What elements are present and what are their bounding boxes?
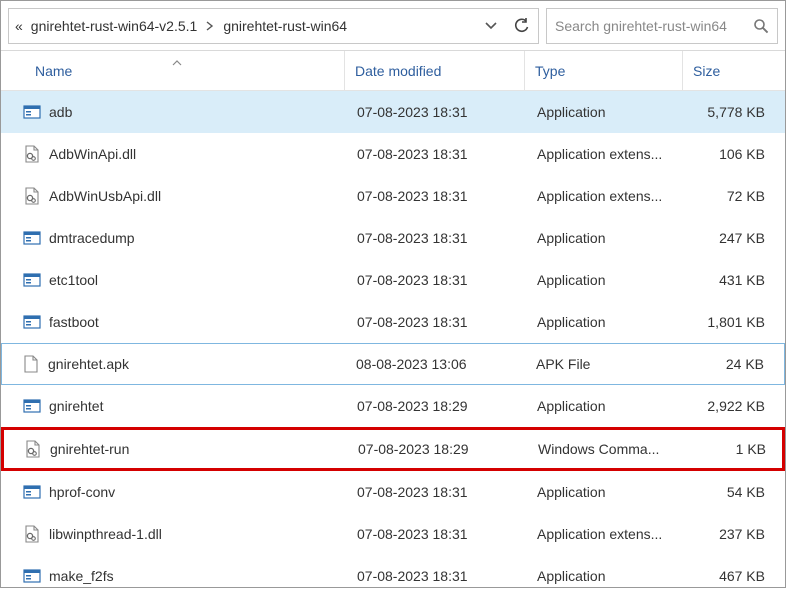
file-name: etc1tool — [49, 272, 98, 288]
file-date: 07-08-2023 18:29 — [358, 441, 469, 457]
chevron-right-icon[interactable] — [205, 18, 215, 34]
file-date: 07-08-2023 18:31 — [357, 526, 468, 542]
file-icon — [23, 313, 41, 331]
file-date: 07-08-2023 18:31 — [357, 314, 468, 330]
file-row[interactable]: AdbWinUsbApi.dll 07-08-2023 18:31 Applic… — [1, 175, 785, 217]
column-header-type-label: Type — [535, 63, 565, 79]
file-row[interactable]: gnirehtet 07-08-2023 18:29 Application 2… — [1, 385, 785, 427]
file-size: 247 KB — [719, 230, 765, 246]
column-headers: Name Date modified Type Size — [1, 51, 785, 91]
file-size: 1 KB — [736, 441, 766, 457]
column-header-date[interactable]: Date modified — [345, 51, 525, 90]
file-type: Application — [537, 230, 606, 246]
search-placeholder: Search gnirehtet-rust-win64 — [555, 18, 753, 34]
file-name: fastboot — [49, 314, 99, 330]
file-name: dmtracedump — [49, 230, 135, 246]
breadcrumb-truncated-indicator[interactable]: « — [15, 18, 23, 34]
file-name: gnirehtet.apk — [48, 356, 129, 372]
file-type: Application — [537, 272, 606, 288]
file-size: 2,922 KB — [707, 398, 765, 414]
file-name: make_f2fs — [49, 568, 114, 584]
search-input[interactable]: Search gnirehtet-rust-win64 — [546, 8, 778, 44]
breadcrumb-segment-1[interactable]: gnirehtet-rust-win64 — [223, 18, 347, 34]
file-name: adb — [49, 104, 72, 120]
file-icon — [23, 483, 41, 501]
file-row[interactable]: adb 07-08-2023 18:31 Application 5,778 K… — [1, 91, 785, 133]
history-dropdown-button[interactable] — [480, 15, 502, 37]
column-header-name-label: Name — [35, 63, 72, 79]
file-row[interactable]: hprof-conv 07-08-2023 18:31 Application … — [1, 471, 785, 513]
file-row[interactable]: AdbWinApi.dll 07-08-2023 18:31 Applicati… — [1, 133, 785, 175]
file-size: 467 KB — [719, 568, 765, 584]
file-date: 07-08-2023 18:31 — [357, 188, 468, 204]
file-size: 106 KB — [719, 146, 765, 162]
file-icon — [24, 440, 42, 458]
file-row[interactable]: make_f2fs 07-08-2023 18:31 Application 4… — [1, 555, 785, 597]
file-type: Application extens... — [537, 188, 662, 204]
file-name: gnirehtet — [49, 398, 103, 414]
refresh-button[interactable] — [510, 15, 532, 37]
file-row[interactable]: libwinpthread-1.dll 07-08-2023 18:31 App… — [1, 513, 785, 555]
file-type: Windows Comma... — [538, 441, 659, 457]
address-toolbar: « gnirehtet-rust-win64-v2.5.1 gnirehtet-… — [1, 1, 785, 51]
file-date: 08-08-2023 13:06 — [356, 356, 467, 372]
column-header-name[interactable]: Name — [9, 51, 345, 90]
file-size: 1,801 KB — [707, 314, 765, 330]
file-date: 07-08-2023 18:31 — [357, 568, 468, 584]
file-row[interactable]: dmtracedump 07-08-2023 18:31 Application… — [1, 217, 785, 259]
file-type: Application — [537, 398, 606, 414]
file-type: Application extens... — [537, 526, 662, 542]
file-name: libwinpthread-1.dll — [49, 526, 162, 542]
file-name: hprof-conv — [49, 484, 115, 500]
file-size: 72 KB — [727, 188, 765, 204]
column-header-date-label: Date modified — [355, 63, 441, 79]
file-type: Application — [537, 314, 606, 330]
file-name: AdbWinApi.dll — [49, 146, 136, 162]
file-size: 237 KB — [719, 526, 765, 542]
file-icon — [23, 271, 41, 289]
file-date: 07-08-2023 18:31 — [357, 146, 468, 162]
file-icon — [23, 397, 41, 415]
file-row[interactable]: gnirehtet-run 07-08-2023 18:29 Windows C… — [1, 427, 785, 471]
column-header-type[interactable]: Type — [525, 51, 683, 90]
file-size: 54 KB — [727, 484, 765, 500]
file-name: AdbWinUsbApi.dll — [49, 188, 161, 204]
file-date: 07-08-2023 18:31 — [357, 484, 468, 500]
file-type: Application — [537, 104, 606, 120]
column-header-size-label: Size — [693, 63, 720, 79]
breadcrumb[interactable]: « gnirehtet-rust-win64-v2.5.1 gnirehtet-… — [8, 8, 539, 44]
file-icon — [23, 103, 41, 121]
file-icon — [23, 525, 41, 543]
file-list: adb 07-08-2023 18:31 Application 5,778 K… — [1, 91, 785, 597]
file-name: gnirehtet-run — [50, 441, 129, 457]
file-date: 07-08-2023 18:31 — [357, 104, 468, 120]
file-icon — [23, 145, 41, 163]
file-icon — [23, 229, 41, 247]
file-type: Application — [537, 484, 606, 500]
sort-indicator-icon — [172, 53, 182, 69]
file-date: 07-08-2023 18:29 — [357, 398, 468, 414]
file-row[interactable]: gnirehtet.apk 08-08-2023 13:06 APK File … — [1, 343, 785, 385]
file-type: Application — [537, 568, 606, 584]
file-size: 24 KB — [726, 356, 764, 372]
file-type: Application extens... — [537, 146, 662, 162]
breadcrumb-segment-0[interactable]: gnirehtet-rust-win64-v2.5.1 — [31, 18, 198, 34]
file-size: 5,778 KB — [707, 104, 765, 120]
file-date: 07-08-2023 18:31 — [357, 272, 468, 288]
file-icon — [23, 567, 41, 585]
file-row[interactable]: etc1tool 07-08-2023 18:31 Application 43… — [1, 259, 785, 301]
file-type: APK File — [536, 356, 590, 372]
file-date: 07-08-2023 18:31 — [357, 230, 468, 246]
file-row[interactable]: fastboot 07-08-2023 18:31 Application 1,… — [1, 301, 785, 343]
file-icon — [23, 187, 41, 205]
file-size: 431 KB — [719, 272, 765, 288]
search-icon[interactable] — [753, 18, 769, 34]
file-icon — [22, 355, 40, 373]
column-header-size[interactable]: Size — [683, 51, 777, 90]
